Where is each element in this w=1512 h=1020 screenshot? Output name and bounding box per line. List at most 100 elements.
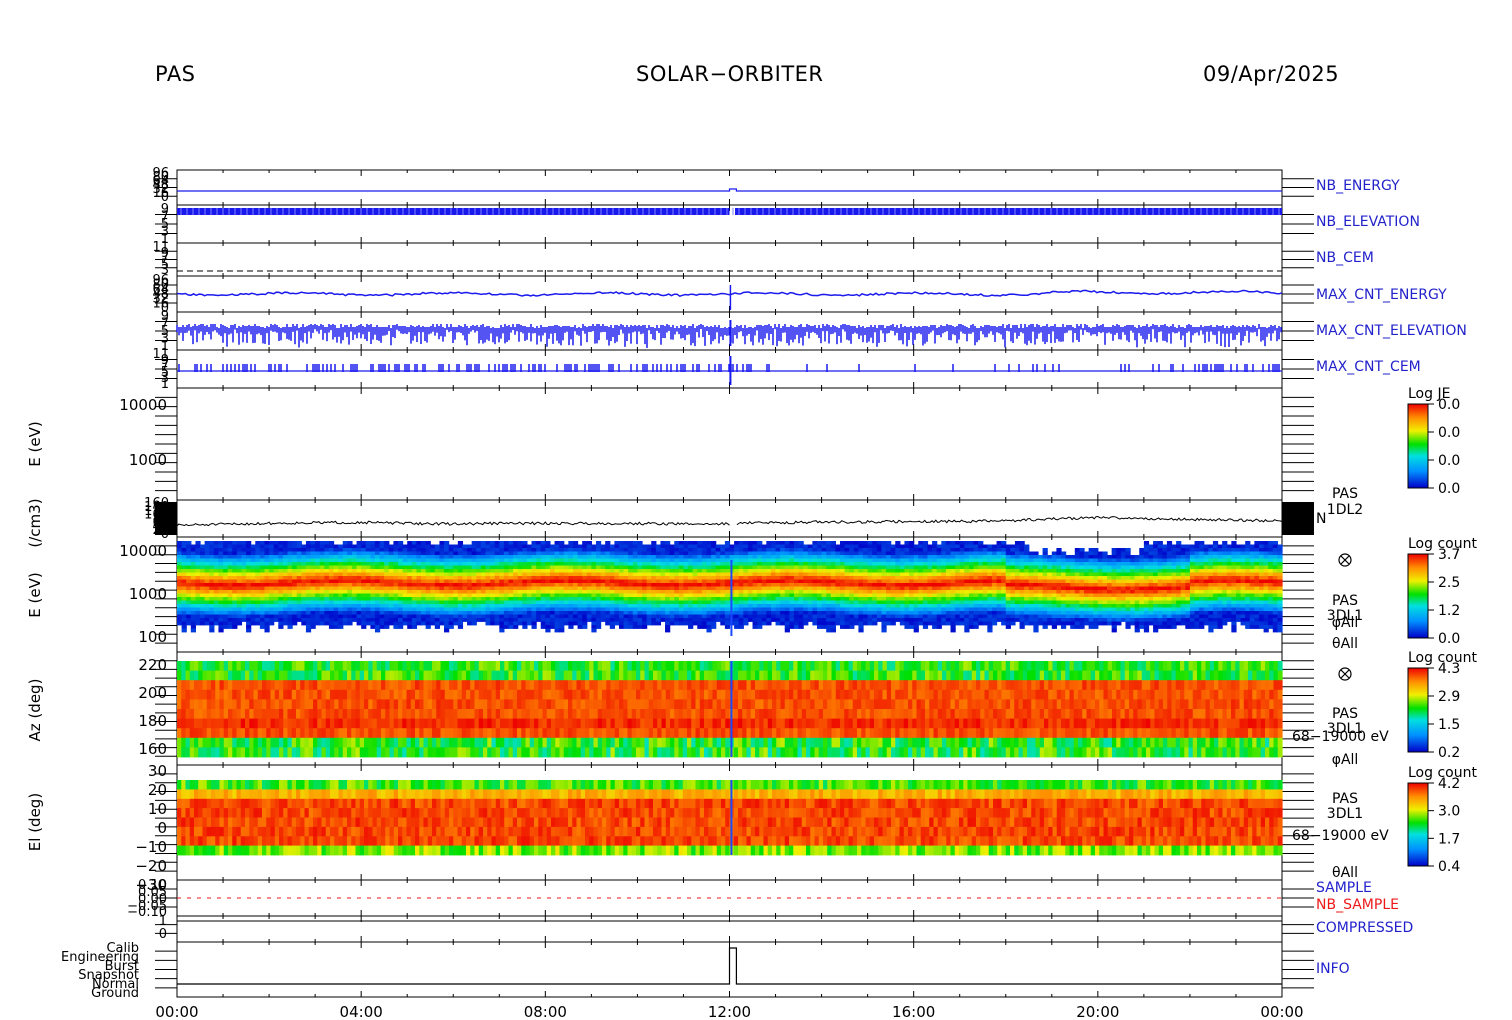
spectrogram-cell [738,548,744,552]
spectrogram-cell [738,597,744,601]
spectrogram-cell [296,565,302,570]
spectrogram-cell [361,625,367,629]
spectrogram-cell [434,565,441,570]
spectrogram-cell [370,614,376,619]
spectrogram-cell [370,541,376,545]
spectrogram-cell [480,562,487,566]
spectrogram-cell [259,618,266,622]
spectrogram-cell [200,555,206,559]
spectrogram-cell [655,551,662,556]
spectrogram-cell [711,614,717,619]
spectrogram-cell [499,544,505,549]
spectrogram-cell [715,565,721,570]
spectrogram-cell [665,541,671,545]
spectrogram-cell [181,572,187,577]
spectrogram-cell [517,607,523,612]
spectrogram-cell [439,586,445,591]
spectrogram-cell [545,593,551,598]
spectrogram-cell [720,614,726,619]
spectrogram-cell [425,548,431,552]
spectrogram-cell [246,586,252,591]
spectrogram-cell [540,569,546,573]
spectrogram-cell [374,593,381,598]
spectrogram-cell [434,597,441,601]
spectrogram-cell [246,611,252,615]
spectrogram-cell [628,625,634,629]
spectrogram-cell [273,600,279,605]
spectrogram-cell [568,625,574,629]
spectrogram-cell [411,583,418,587]
spectrogram-cell [545,562,551,566]
spectrogram-cell [494,576,500,580]
spectrogram-cell [278,558,284,563]
spectrogram-cell [540,548,546,552]
spectrogram-cell [462,572,468,577]
spectrogram-cell [582,625,588,629]
spectrogram-cell [614,565,620,570]
spectrogram-cell [347,569,353,573]
spectrogram-cell [720,558,726,563]
spectrogram-cell [678,579,685,584]
spectrogram-cell [628,548,634,552]
spectrogram-cell [209,544,215,549]
spectrogram-cell [439,600,445,605]
spectrogram-cell [333,548,339,552]
spectrogram-cell [236,593,243,598]
spectrogram-cell [642,572,648,577]
spectrogram-cell [370,555,376,559]
spectrogram-cell [651,600,657,605]
spectrogram-cell [692,541,698,545]
spectrogram-cell [181,586,187,591]
spectrogram-cell [549,576,556,580]
spectrogram-cell [572,618,579,622]
spectrogram-cell [457,604,464,608]
spectrogram-cell [586,583,592,587]
spectrogram-cell [259,600,266,605]
spectrogram-cell [379,551,385,556]
spectrogram-cell [301,604,307,608]
spectrogram-cell [351,572,358,577]
spectrogram-cell [227,541,233,545]
spectrogram-cell [715,593,721,598]
spectrogram-cell [444,555,450,559]
spectrogram-cell [559,628,565,633]
spectrogram-cell [582,576,588,580]
spectrogram-cell [411,541,418,545]
spectrogram-cell [328,614,335,619]
spectrogram-cell [734,576,740,580]
spectrogram-cell [600,555,606,559]
spectrogram-cell [522,607,528,612]
spectrogram-cell [609,583,615,587]
spectrogram-cell [683,583,689,587]
spectrogram-cell [688,569,694,573]
spectrogram-cell [743,607,749,612]
spectrogram-cell [190,579,197,584]
spectrogram-cell [292,551,298,556]
spectrogram-cell [761,558,767,563]
spectrogram-cell [287,604,293,608]
spectrogram-cell [674,551,680,556]
spectrogram-cell [559,611,565,615]
spectrogram-cell [655,604,662,608]
spectrogram-cell [301,579,307,584]
spectrogram-cell [241,576,247,580]
spectrogram-cell [467,621,473,626]
spectrogram-cell [448,604,454,608]
spectrogram-cell [563,558,569,563]
spectrogram-cell [278,544,284,549]
spectrogram-cell [384,565,390,570]
spectrogram-cell [393,551,399,556]
spectrogram-cell [632,607,639,612]
spectrogram-cell [448,583,454,587]
spectrogram-cell [190,569,197,573]
spectrogram-cell [637,565,643,570]
spectrogram-cell [701,614,708,619]
spectrogram-cell [425,544,431,549]
spectrogram-cell [642,579,648,584]
spectrogram-cell [549,558,556,563]
spectrogram-cell [595,593,602,598]
spectrogram-cell [526,597,533,601]
spectrogram-cell [614,618,620,622]
spectrogram-cell [407,611,413,615]
spectrogram-cell [651,579,657,584]
